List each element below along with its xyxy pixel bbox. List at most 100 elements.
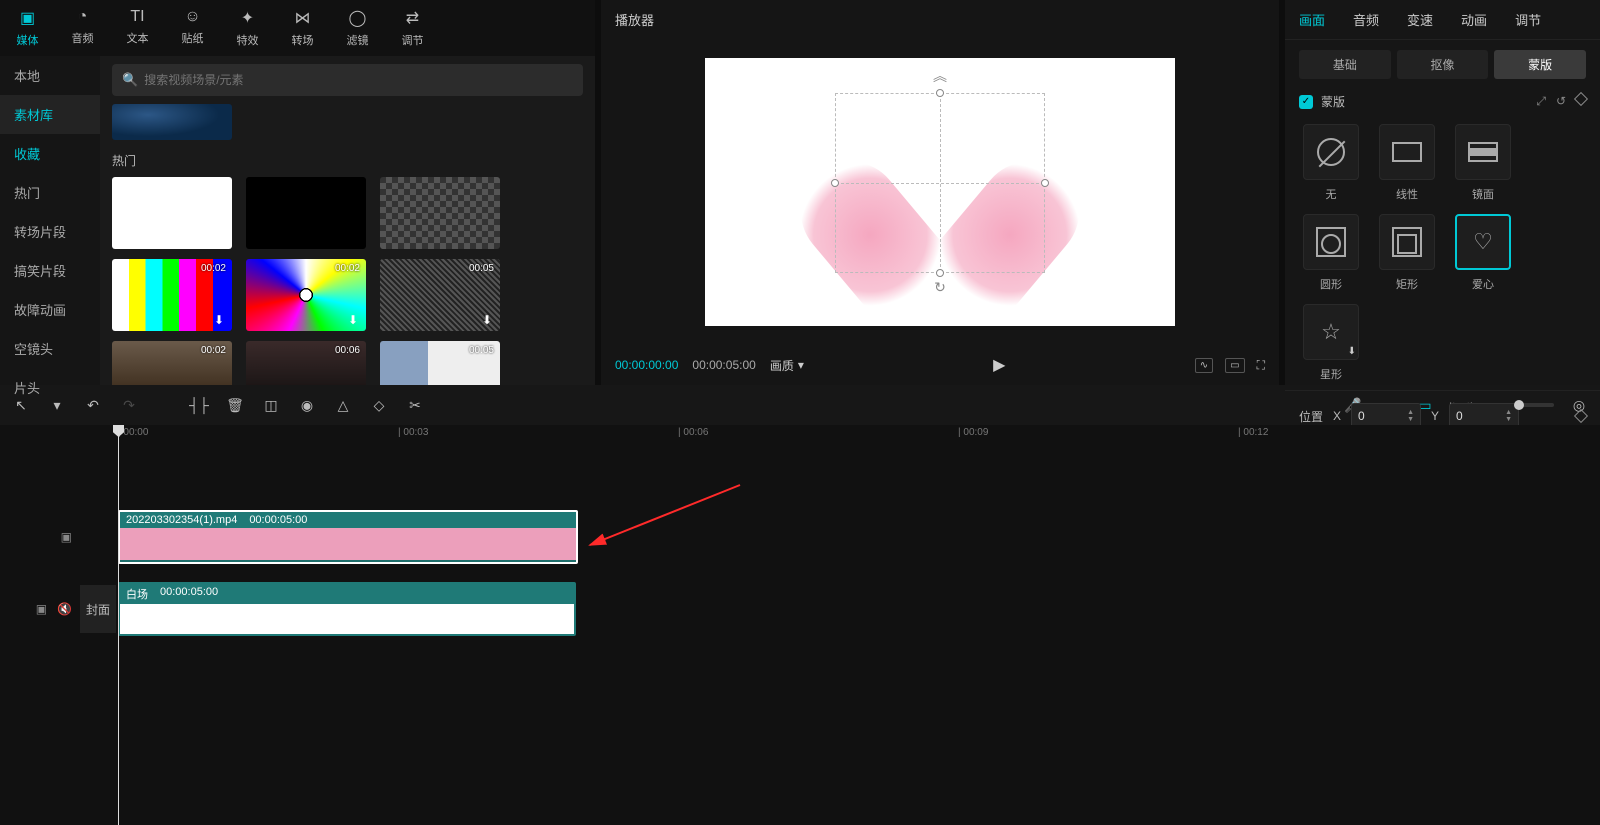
undo-button[interactable]: ↶ (82, 394, 104, 416)
mask-option-镜面[interactable] (1455, 124, 1511, 180)
asset-thumb[interactable]: 00:02⬇ (112, 341, 232, 385)
track-toggle-icon[interactable]: ▣ (61, 530, 72, 544)
asset-thumb[interactable]: 00:06⬇ (246, 341, 366, 385)
clip-duration: 00:00:05:00 (249, 514, 307, 526)
resize-handle[interactable] (936, 269, 944, 277)
inspector-tab[interactable]: 音频 (1339, 0, 1393, 39)
clip-duration: 00:00:05:00 (160, 586, 218, 602)
mirror-button[interactable]: △ (332, 394, 354, 416)
rotate-button[interactable]: ◇ (368, 394, 390, 416)
category-tab-音频[interactable]: ◔音频 (55, 4, 110, 52)
side-nav-item[interactable]: 本地 (0, 56, 100, 95)
mask-shape-grid: 无线性镜面圆形矩形♡爱心☆⬇星形 (1285, 116, 1600, 390)
asset-thumb[interactable]: 00:05⬇ (380, 259, 500, 331)
asset-thumb[interactable]: 00:02⬇ (246, 259, 366, 331)
clip-filename: 202203302354(1).mp4 (126, 514, 237, 526)
mask-bounds[interactable] (835, 93, 1045, 273)
resize-handle[interactable] (1041, 179, 1049, 187)
mask-option-星形[interactable]: ☆⬇ (1303, 304, 1359, 360)
recent-thumb[interactable] (112, 104, 232, 140)
category-tab-贴纸[interactable]: ☺贴纸 (165, 4, 220, 52)
category-tab-滤镜[interactable]: ◯滤镜 (330, 4, 385, 52)
side-nav-item[interactable]: 搞笑片段 (0, 251, 100, 290)
mask-label: 爱心 (1472, 276, 1494, 292)
search-input-wrap[interactable]: 🔍 (112, 64, 583, 96)
category-tab-转场[interactable]: ⋈转场 (275, 4, 330, 52)
freeze-button[interactable]: ◉ (296, 394, 318, 416)
compare-icon[interactable]: ∿ (1195, 358, 1213, 373)
duration-badge: 00:02 (201, 263, 226, 274)
mask-option-线性[interactable] (1379, 124, 1435, 180)
download-icon[interactable]: ⬇ (482, 313, 496, 327)
inspector-subtab[interactable]: 抠像 (1397, 50, 1489, 79)
mask-option-矩形[interactable] (1379, 214, 1435, 270)
category-tab-文本[interactable]: TI文本 (110, 4, 165, 52)
inspector-tab[interactable]: 调节 (1501, 0, 1555, 39)
expand-icon[interactable]: ⤢ (1536, 94, 1546, 109)
pointer-tool[interactable]: ↖ (10, 394, 32, 416)
crop-tool[interactable]: ✂ (404, 394, 426, 416)
media-category-tabs: ▣媒体◔音频TI文本☺贴纸✦特效⋈转场◯滤镜⇄调节 (0, 0, 595, 56)
side-nav-item[interactable]: 热门 (0, 173, 100, 212)
category-tab-特效[interactable]: ✦特效 (220, 4, 275, 52)
cover-button[interactable]: 封面 (80, 585, 116, 633)
preview-canvas[interactable]: ︽ ↻ (705, 58, 1175, 326)
side-nav-item[interactable]: 空镜头 (0, 329, 100, 368)
clip-video-b[interactable]: 白场 00:00:05:00 (118, 582, 576, 636)
mask-option-爱心[interactable]: ♡ (1455, 214, 1511, 270)
asset-thumb[interactable] (246, 177, 366, 249)
tab-icon: ◔ (78, 8, 88, 26)
track-toggle-icon[interactable]: ▣ (36, 602, 47, 616)
ratio-button[interactable]: ▭ (1225, 358, 1244, 373)
redo-button[interactable]: ↷ (118, 394, 140, 416)
tab-label: 转场 (292, 32, 314, 48)
download-icon[interactable]: ⬇ (348, 313, 362, 327)
asset-thumb[interactable]: 00:05⬇ (380, 341, 500, 385)
resize-handle[interactable] (831, 179, 839, 187)
asset-thumb[interactable] (112, 177, 232, 249)
category-tab-媒体[interactable]: ▣媒体 (0, 4, 55, 52)
mask-enable-checkbox[interactable]: ✓ (1299, 95, 1313, 109)
side-nav-item[interactable]: 收藏 (0, 134, 100, 173)
x-label: X (1333, 409, 1341, 423)
zoom-slider[interactable] (1514, 403, 1554, 407)
side-nav-item[interactable]: 转场片段 (0, 212, 100, 251)
mute-icon[interactable]: 🔇 (57, 602, 72, 616)
tab-icon: ✦ (241, 8, 254, 28)
playhead[interactable] (118, 425, 119, 825)
mask-section-label: 蒙版 (1321, 93, 1345, 110)
side-nav-item[interactable]: 故障动画 (0, 290, 100, 329)
total-time: 00:00:05:00 (692, 358, 755, 372)
inspector-subtab[interactable]: 基础 (1299, 50, 1391, 79)
rotate-icon[interactable]: ↻ (934, 279, 946, 296)
mask-option-圆形[interactable] (1303, 214, 1359, 270)
download-icon[interactable]: ⬇ (214, 313, 228, 327)
delete-button[interactable]: 🗑 (224, 394, 246, 416)
chevron-up-icon[interactable]: ︽ (933, 66, 947, 86)
media-panel: ▣媒体◔音频TI文本☺贴纸✦特效⋈转场◯滤镜⇄调节 本地素材库收藏热门转场片段搞… (0, 0, 595, 385)
asset-thumb[interactable]: 00:02 ⬇ (112, 259, 232, 331)
fullscreen-icon[interactable]: ⛶ (1257, 358, 1265, 373)
side-nav-item[interactable]: 素材库 (0, 95, 100, 134)
reset-icon[interactable]: ↺ (1556, 94, 1566, 109)
category-tab-调节[interactable]: ⇄调节 (385, 4, 440, 52)
time-ruler[interactable]: | 00:00| 00:03| 00:06| 00:09| 00:12 (118, 425, 1600, 447)
ruler-tick: | 00:06 (678, 427, 708, 438)
resize-handle[interactable] (936, 89, 944, 97)
play-button[interactable]: ▶ (993, 355, 1005, 375)
tab-icon: ▣ (20, 8, 35, 28)
inspector-tab[interactable]: 变速 (1393, 0, 1447, 39)
clip-video-a[interactable]: 202203302354(1).mp4 00:00:05:00 (118, 510, 578, 564)
search-input[interactable] (144, 73, 573, 87)
mask-option-无[interactable] (1303, 124, 1359, 180)
pointer-dropdown[interactable]: ▾ (46, 394, 68, 416)
inspector-subtab[interactable]: 蒙版 (1494, 50, 1586, 79)
tab-label: 调节 (402, 32, 424, 48)
inspector-tab[interactable]: 画面 (1285, 0, 1339, 39)
inspector-tab[interactable]: 动画 (1447, 0, 1501, 39)
split-button[interactable]: ┤├ (188, 394, 210, 416)
quality-dropdown[interactable]: 画质▾ (770, 357, 804, 374)
crop-button[interactable]: ◫ (260, 394, 282, 416)
asset-thumb[interactable] (380, 177, 500, 249)
keyframe-icon[interactable] (1574, 92, 1588, 106)
